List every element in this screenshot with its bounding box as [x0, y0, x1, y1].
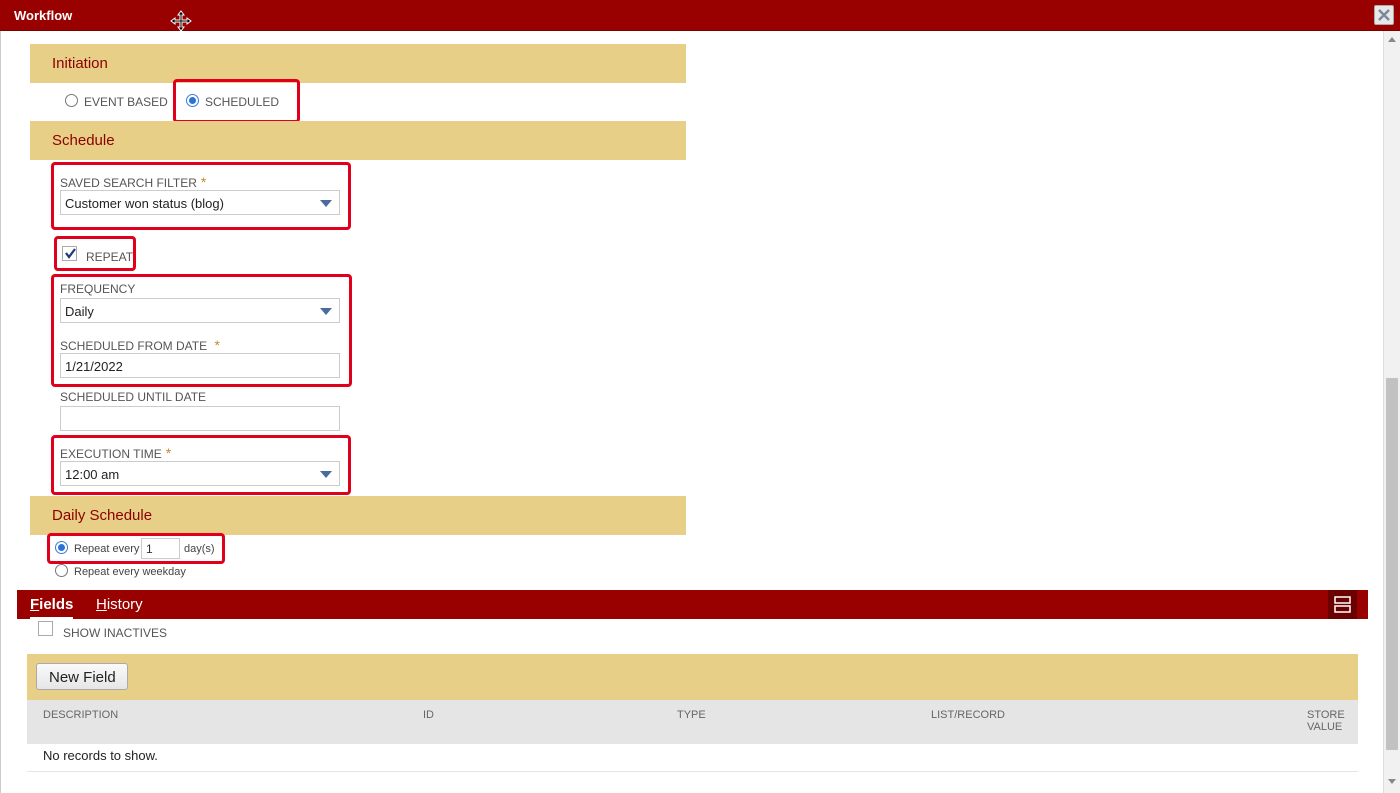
saved-search-select[interactable]: Customer won status (blog) — [60, 190, 340, 215]
new-field-label: New Field — [49, 669, 116, 686]
tab-fields[interactable]: Fields — [30, 596, 74, 619]
empty-table-message: No records to show. — [43, 748, 158, 763]
repeat-label: REPEAT — [86, 250, 134, 264]
daily-schedule-header: Daily Schedule — [52, 507, 153, 524]
close-button[interactable] — [1374, 5, 1394, 25]
from-date-value: 1/21/2022 — [65, 359, 123, 374]
scheduled-label: SCHEDULED — [205, 95, 280, 109]
repeat-checkbox[interactable] — [62, 246, 77, 261]
fields-table-header: DESCRIPTION ID TYPE LIST/RECORD STORE VAL… — [27, 700, 1358, 744]
scroll-up-icon[interactable] — [1388, 37, 1396, 42]
table-row: No records to show. — [27, 744, 1358, 772]
frequency-select[interactable]: Daily — [60, 298, 340, 323]
scroll-down-icon[interactable] — [1388, 779, 1396, 784]
move-cursor-icon — [170, 10, 192, 32]
execution-time-value: 12:00 am — [65, 467, 120, 482]
frequency-label: FREQUENCY — [60, 282, 136, 296]
schedule-section-header: Schedule — [30, 121, 686, 160]
vertical-scrollbar[interactable] — [1383, 31, 1400, 793]
close-icon — [1378, 9, 1390, 21]
schedule-header: Schedule — [52, 132, 115, 149]
column-list-record[interactable]: LIST/RECORD — [931, 709, 1005, 721]
until-date-input[interactable] — [60, 406, 340, 431]
chevron-down-icon — [320, 308, 332, 315]
repeat-every-days-input[interactable]: 1 — [141, 538, 180, 559]
event-based-radio[interactable] — [65, 94, 78, 107]
chevron-down-icon — [320, 200, 332, 207]
show-inactives-label: SHOW INACTIVES — [63, 626, 168, 640]
split-view-icon — [1334, 596, 1351, 613]
show-inactives-checkbox[interactable] — [38, 621, 53, 636]
event-based-label: EVENT BASED — [84, 95, 168, 109]
initiation-header: Initiation — [52, 55, 108, 72]
column-store-value[interactable]: STORE VALUE — [1307, 709, 1345, 733]
saved-search-label: SAVED SEARCH FILTER * — [60, 174, 207, 190]
column-id[interactable]: ID — [423, 709, 434, 721]
from-date-label: SCHEDULED FROM DATE * — [60, 337, 220, 353]
scheduled-radio[interactable] — [186, 94, 199, 107]
until-date-label: SCHEDULED UNTIL DATE — [60, 390, 207, 404]
checkmark-icon — [65, 248, 76, 259]
fields-toolbar: New Field — [27, 654, 1358, 700]
column-type[interactable]: TYPE — [677, 709, 706, 721]
subtab-bar: Fields History — [17, 590, 1368, 619]
layout-toggle-button[interactable] — [1328, 590, 1357, 619]
frequency-value: Daily — [65, 304, 94, 319]
scrollbar-thumb[interactable] — [1386, 378, 1398, 750]
repeat-weekday-radio[interactable] — [55, 564, 68, 577]
repeat-every-radio[interactable] — [55, 541, 68, 554]
from-date-input[interactable]: 1/21/2022 — [60, 353, 340, 378]
repeat-every-days-value: 1 — [146, 542, 153, 556]
days-unit-label: day(s) — [184, 543, 215, 555]
execution-time-select[interactable]: 12:00 am — [60, 461, 340, 486]
window-title: Workflow — [14, 8, 73, 23]
execution-time-label: EXECUTION TIME * — [60, 445, 172, 461]
window-titlebar[interactable]: Workflow — [0, 0, 1400, 32]
tab-history[interactable]: History — [96, 596, 143, 613]
repeat-weekday-label: Repeat every weekday — [74, 566, 186, 578]
repeat-every-label: Repeat every — [74, 543, 140, 555]
daily-schedule-section-header: Daily Schedule — [30, 496, 686, 535]
new-field-button[interactable]: New Field — [36, 663, 128, 690]
column-description[interactable]: DESCRIPTION — [43, 709, 118, 721]
workflow-content: Initiation EVENT BASED SCHEDULED Schedul… — [0, 31, 1383, 793]
chevron-down-icon — [320, 471, 332, 478]
initiation-section-header: Initiation — [30, 44, 686, 83]
saved-search-value: Customer won status (blog) — [65, 196, 224, 211]
